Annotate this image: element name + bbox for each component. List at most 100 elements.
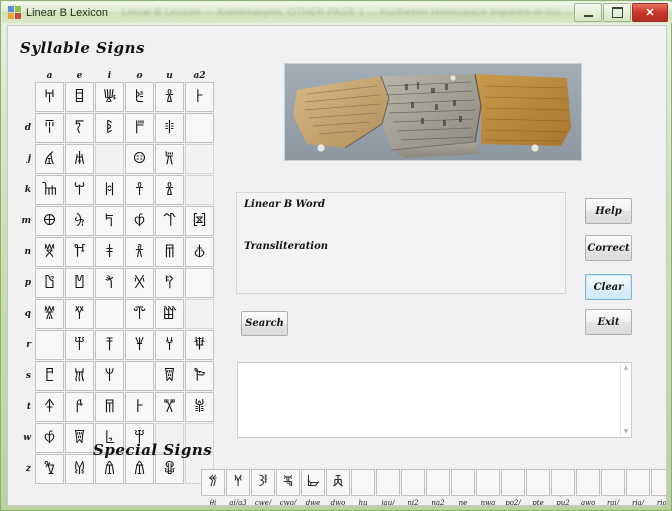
syllable-sign-cell[interactable]: 𐀚 [65,330,94,360]
scroll-up-icon[interactable]: ▲ [622,364,630,372]
syllable-sign-cell[interactable]: 𐀰 [155,268,184,298]
syllable-sign-cell[interactable]: 𐁇 [65,268,94,298]
special-sign-glyph[interactable]: 𐁠 [401,469,425,496]
syllable-sign-cell[interactable]: 𐀾 [95,299,124,329]
syllable-sign-cell[interactable]: 𐀍 [65,113,94,143]
special-sign-item[interactable]: 𐁚 cwe/ twe [251,469,275,506]
syllable-sign-cell[interactable]: 𐀑 [35,454,64,484]
syllable-sign-cell[interactable]: 𐀽 [125,82,154,112]
syllable-sign-cell[interactable]: 𐀵 [95,330,124,360]
results-textarea[interactable]: ▲ ▼ [237,362,632,438]
syllable-sign-cell[interactable]: 𐁋 [155,361,184,391]
special-sign-glyph[interactable]: 𐁝 [326,469,350,496]
special-sign-glyph[interactable]: 𐁨 [601,469,625,496]
syllable-sign-cell[interactable]: 𐀷 [155,237,184,267]
syllable-sign-cell[interactable]: 𐀀 [35,82,64,112]
syllable-sign-cell[interactable]: 𐀋 [125,268,154,298]
syllable-sign-cell[interactable]: 𐀹 [35,144,64,174]
clear-button[interactable]: Clear [585,274,632,300]
syllable-sign-cell[interactable]: 𐁊 [185,237,214,267]
special-sign-item[interactable]: 𐁣 nwa [476,469,500,506]
special-sign-item[interactable]: 𐀭 ai/a3 [226,469,250,506]
syllable-sign-cell[interactable]: 𐁀 [125,299,154,329]
syllable-sign-cell[interactable]: 𐀬 [65,175,94,205]
maximize-button[interactable] [603,3,631,22]
syllable-sign-cell[interactable]: 𐀜 [95,82,124,112]
special-sign-glyph[interactable]: 𐁢 [451,469,475,496]
syllable-sign-cell[interactable]: 𐁅 [155,392,184,422]
syllable-sign-cell[interactable]: 𐀿 [35,392,64,422]
syllable-sign-cell[interactable]: 𐀎 [35,175,64,205]
syllable-sign-cell[interactable]: 𐀤 [125,144,154,174]
special-sign-item[interactable]: 𐁤po2/ bo [501,469,525,506]
syllable-sign-cell[interactable]: 𐁴 [185,113,214,143]
syllable-sign-cell[interactable]: 𐁉 [185,392,214,422]
special-sign-item[interactable]: 𐁞 hu [351,469,375,506]
syllable-sign-cell[interactable]: 𐀂 [125,330,154,360]
syllable-sign-cell[interactable]: 𐁑 [155,82,184,112]
syllable-sign-cell[interactable]: 𐁗 [155,299,184,329]
special-sign-glyph[interactable]: 𐁣 [476,469,500,496]
syllable-sign-cell[interactable]: 𐀳 [155,113,184,143]
help-button[interactable]: Help [585,198,632,224]
special-sign-item[interactable]: 𐁟 jau/ au [376,469,400,506]
close-button[interactable]: ✕ [632,3,668,22]
special-sign-item[interactable]: 𐁝 dwo [326,469,350,506]
special-sign-glyph[interactable]: 𐁦 [551,469,575,496]
results-scrollbar[interactable]: ▲ ▼ [620,363,631,437]
syllable-sign-cell[interactable]: 𐁁 [155,144,184,174]
syllable-sign-cell[interactable]: 𐀼 [125,175,154,205]
syllable-sign-cell[interactable]: 𐀡 [95,206,124,236]
syllable-sign-cell[interactable]: 𐀄 [65,392,94,422]
syllable-sign-cell[interactable]: 𐀉 [65,361,94,391]
special-sign-glyph[interactable]: 𐁪 [651,469,667,496]
special-sign-glyph[interactable]: 𐀭 [226,469,250,496]
syllable-sign-cell[interactable]: 𐁒 [155,206,184,236]
syllable-sign-cell[interactable]: 𐀘 [65,237,94,267]
special-sign-glyph[interactable]: 𐁞 [351,469,375,496]
syllable-sign-cell[interactable]: 𐀶 [125,206,154,236]
syllable-sign-cell[interactable]: 𐀯 [65,144,94,174]
syllable-sign-cell[interactable]: 𐁑 [155,175,184,205]
syllable-sign-cell[interactable]: 𐀦 [155,330,184,360]
syllable-sign-cell[interactable]: 𐀷 [95,392,124,422]
syllable-sign-cell[interactable]: 𐀪 [125,237,154,267]
syllable-sign-cell[interactable]: 𐀆 [35,237,64,267]
special-sign-item[interactable]: 𐁧 qwo [576,469,600,506]
syllable-sign-cell[interactable]: 𐀮 [125,113,154,143]
special-sign-item[interactable]: 𐁥 pte [526,469,550,506]
syllable-sign-cell[interactable]: 𐀃 [35,268,64,298]
syllable-sign-cell[interactable]: 𐁆 [185,330,214,360]
special-sign-glyph[interactable]: 𐁩 [626,469,650,496]
syllable-sign-cell[interactable]: 𐀔 [65,454,94,484]
syllable-sign-cell[interactable]: 𐀛 [65,299,94,329]
syllable-sign-cell[interactable]: 𐀇 [35,113,64,143]
syllable-sign-cell[interactable]: 𐀌 [125,361,154,391]
special-sign-item[interactable]: 𐁈 θi [201,469,225,506]
syllable-sign-cell[interactable]: 𐀝 [95,175,124,205]
correct-button[interactable]: Correct [585,235,632,261]
special-sign-glyph[interactable]: 𐁟 [376,469,400,496]
syllable-sign-cell[interactable]: 𐀐 [35,299,64,329]
special-sign-glyph[interactable]: 𐁛 [276,469,300,496]
special-sign-glyph[interactable]: 𐁜 [301,469,325,496]
syllable-sign-cell[interactable]: 𐀞 [95,237,124,267]
minimize-button[interactable] [574,3,602,22]
syllable-sign-cell[interactable]: 𐀅 [125,392,154,422]
special-sign-item[interactable]: 𐁜 dwe [301,469,325,506]
special-sign-item[interactable]: 𐁠 ni2 [401,469,425,506]
special-sign-glyph[interactable]: 𐁚 [251,469,275,496]
special-sign-item[interactable]: 𐁡 na2 [426,469,450,506]
special-sign-item[interactable]: 𐁨 rai/ ra3 [601,469,625,506]
special-sign-item[interactable]: 𐁛 cwo/ two [276,469,300,506]
scroll-down-icon[interactable]: ▼ [622,428,630,436]
syllable-sign-cell[interactable]: 𐀶 [35,423,64,453]
special-sign-item[interactable]: 𐁪 rio/ ro2/ (ryo) [651,469,667,506]
special-sign-item[interactable]: 𐁩 ria/ (rya) [626,469,650,506]
syllable-sign-cell[interactable]: 𐀗 [95,268,124,298]
syllable-sign-cell[interactable]: 𐁎 [185,268,214,298]
syllable-sign-cell[interactable]: 𐀊 [65,82,94,112]
search-button[interactable]: Search [241,311,288,336]
special-sign-glyph[interactable]: 𐁧 [576,469,600,496]
special-sign-glyph[interactable]: 𐁈 [201,469,225,496]
